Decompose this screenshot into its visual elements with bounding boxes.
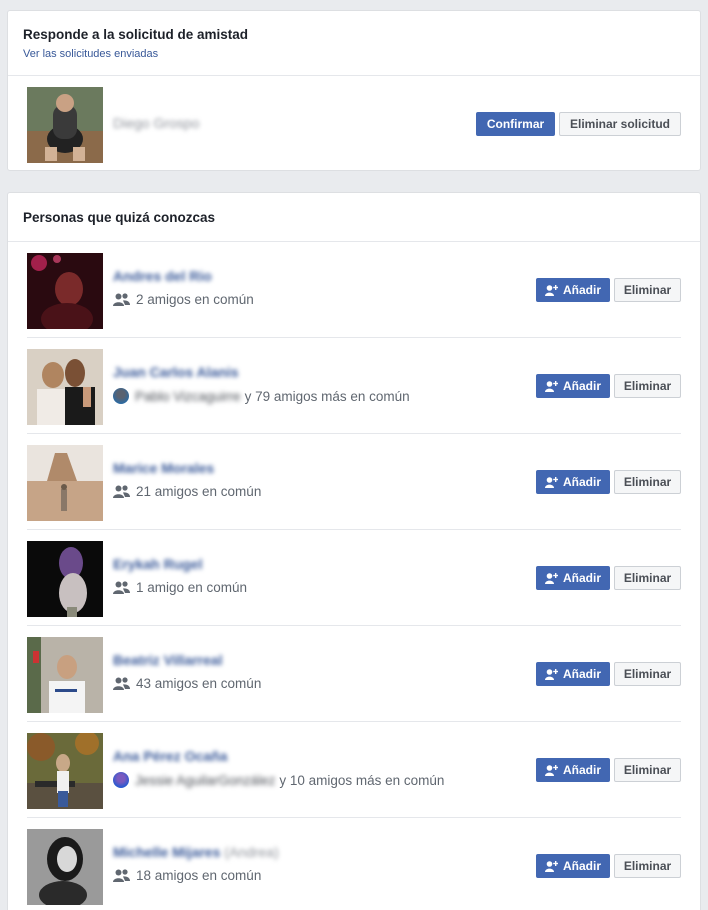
- avatar[interactable]: [27, 445, 103, 521]
- person-name[interactable]: Juan Carlos Alanis: [113, 364, 239, 380]
- suggestions-header: Personas que quizá conozcas: [8, 193, 700, 225]
- add-friend-icon: [544, 764, 558, 776]
- mutual-friend-name[interactable]: Pablo Vizcaguirre: [135, 389, 241, 404]
- remove-label: Eliminar: [623, 379, 672, 393]
- suggestion-row: Beatriz Villarreal 43 amigos en común Añ…: [27, 626, 681, 722]
- avatar[interactable]: [27, 829, 103, 905]
- mutual-friends: Jessie AguilarGonzález y 10 amigos más e…: [113, 772, 444, 788]
- remove-label: Eliminar: [623, 283, 672, 297]
- delete-request-label: Eliminar solicitud: [569, 117, 671, 131]
- add-friend-icon: [544, 284, 558, 296]
- avatar[interactable]: [27, 541, 103, 617]
- add-friend-button[interactable]: Añadir: [536, 854, 610, 878]
- suggestions-title: Personas que quizá conozcas: [23, 210, 216, 225]
- add-friend-label: Añadir: [562, 475, 601, 489]
- add-friend-label: Añadir: [562, 667, 601, 681]
- mutual-friend-name[interactable]: Jessie AguilarGonzález: [135, 773, 275, 788]
- person-name[interactable]: Marice Morales: [113, 460, 214, 476]
- remove-label: Eliminar: [623, 475, 672, 489]
- friends-icon: [113, 581, 130, 594]
- requester-name[interactable]: Diego Grospo: [113, 115, 199, 131]
- mutual-friends: 1 amigo en común: [113, 580, 247, 595]
- remove-suggestion-button[interactable]: Eliminar: [614, 662, 681, 686]
- mutual-friends: Pablo Vizcaguirre y 79 amigos más en com…: [113, 388, 410, 404]
- add-friend-button[interactable]: Añadir: [536, 758, 610, 782]
- mutual-friends-text[interactable]: y 79 amigos más en común: [245, 389, 410, 404]
- confirm-button[interactable]: Confirmar: [476, 112, 555, 136]
- person-name[interactable]: Beatriz Villarreal: [113, 652, 222, 668]
- suggestion-row: Andres del Rio 2 amigos en común Añadir …: [27, 242, 681, 338]
- friend-requests-card: Responde a la solicitud de amistad Ver l…: [7, 10, 701, 171]
- remove-suggestion-button[interactable]: Eliminar: [614, 854, 681, 878]
- add-friend-icon: [544, 380, 558, 392]
- suggestion-row: Ana Pérez Ocaña Jessie AguilarGonzález y…: [27, 722, 681, 818]
- avatar[interactable]: [27, 253, 103, 329]
- sent-requests-link[interactable]: Ver las solicitudes enviadas: [23, 48, 685, 60]
- add-friend-button[interactable]: Añadir: [536, 278, 610, 302]
- avatar[interactable]: [27, 733, 103, 809]
- confirm-label: Confirmar: [486, 117, 545, 131]
- friends-icon: [113, 485, 130, 498]
- add-friend-label: Añadir: [562, 859, 601, 873]
- add-friend-label: Añadir: [562, 283, 601, 297]
- people-you-may-know-card: Personas que quizá conozcas Andres del R…: [7, 192, 701, 910]
- remove-label: Eliminar: [623, 667, 672, 681]
- person-alt-name: (Andrea): [224, 844, 279, 860]
- remove-label: Eliminar: [623, 763, 672, 777]
- add-friend-icon: [544, 668, 558, 680]
- mutual-friends-text[interactable]: y 10 amigos más en común: [279, 773, 444, 788]
- divider: [8, 75, 700, 76]
- mutual-friend-avatar[interactable]: [113, 772, 129, 788]
- remove-suggestion-button[interactable]: Eliminar: [614, 566, 681, 590]
- remove-label: Eliminar: [623, 571, 672, 585]
- person-name-text: Michelle Mijares: [113, 844, 221, 860]
- mutual-friends: 43 amigos en común: [113, 676, 261, 691]
- person-name[interactable]: Erykah Rugel: [113, 556, 202, 572]
- remove-suggestion-button[interactable]: Eliminar: [614, 374, 681, 398]
- mutual-friends-text[interactable]: 1 amigo en común: [136, 580, 247, 595]
- friend-requests-title: Responde a la solicitud de amistad: [23, 27, 249, 42]
- avatar[interactable]: [27, 87, 103, 163]
- remove-suggestion-button[interactable]: Eliminar: [614, 278, 681, 302]
- suggestion-row: Juan Carlos Alanis Pablo Vizcaguirre y 7…: [27, 338, 681, 434]
- avatar[interactable]: [27, 349, 103, 425]
- mutual-friends-text[interactable]: 2 amigos en común: [136, 292, 254, 307]
- mutual-friends: 2 amigos en común: [113, 292, 254, 307]
- add-friend-button[interactable]: Añadir: [536, 662, 610, 686]
- remove-suggestion-button[interactable]: Eliminar: [614, 470, 681, 494]
- add-friend-label: Añadir: [562, 571, 601, 585]
- add-friend-button[interactable]: Añadir: [536, 470, 610, 494]
- mutual-friend-avatar[interactable]: [113, 388, 129, 404]
- delete-request-button[interactable]: Eliminar solicitud: [559, 112, 681, 136]
- friends-icon: [113, 869, 130, 882]
- friends-icon: [113, 677, 130, 690]
- mutual-friends-text[interactable]: 43 amigos en común: [136, 676, 261, 691]
- avatar[interactable]: [27, 637, 103, 713]
- friends-icon: [113, 293, 130, 306]
- add-friend-icon: [544, 476, 558, 488]
- add-friend-button[interactable]: Añadir: [536, 374, 610, 398]
- mutual-friends-text[interactable]: 21 amigos en común: [136, 484, 261, 499]
- person-name[interactable]: Michelle Mijares (Andrea): [113, 844, 279, 860]
- add-friend-label: Añadir: [562, 379, 601, 393]
- suggestion-row: Michelle Mijares (Andrea) 18 amigos en c…: [27, 818, 681, 910]
- friend-requests-header: Responde a la solicitud de amistad Ver l…: [8, 11, 700, 60]
- mutual-friends: 18 amigos en común: [113, 868, 261, 883]
- suggestion-row: Marice Morales 21 amigos en común Añadir…: [27, 434, 681, 530]
- suggestion-row: Erykah Rugel 1 amigo en común Añadir Eli…: [27, 530, 681, 626]
- person-name[interactable]: Ana Pérez Ocaña: [113, 748, 227, 764]
- mutual-friends-text[interactable]: 18 amigos en común: [136, 868, 261, 883]
- add-friend-label: Añadir: [562, 763, 601, 777]
- person-name[interactable]: Andres del Rio: [113, 268, 212, 284]
- remove-suggestion-button[interactable]: Eliminar: [614, 758, 681, 782]
- mutual-friends: 21 amigos en común: [113, 484, 261, 499]
- remove-label: Eliminar: [623, 859, 672, 873]
- add-friend-icon: [544, 572, 558, 584]
- add-friend-button[interactable]: Añadir: [536, 566, 610, 590]
- friend-request-row: Diego Grospo Confirmar Eliminar solicitu…: [27, 77, 681, 171]
- add-friend-icon: [544, 860, 558, 872]
